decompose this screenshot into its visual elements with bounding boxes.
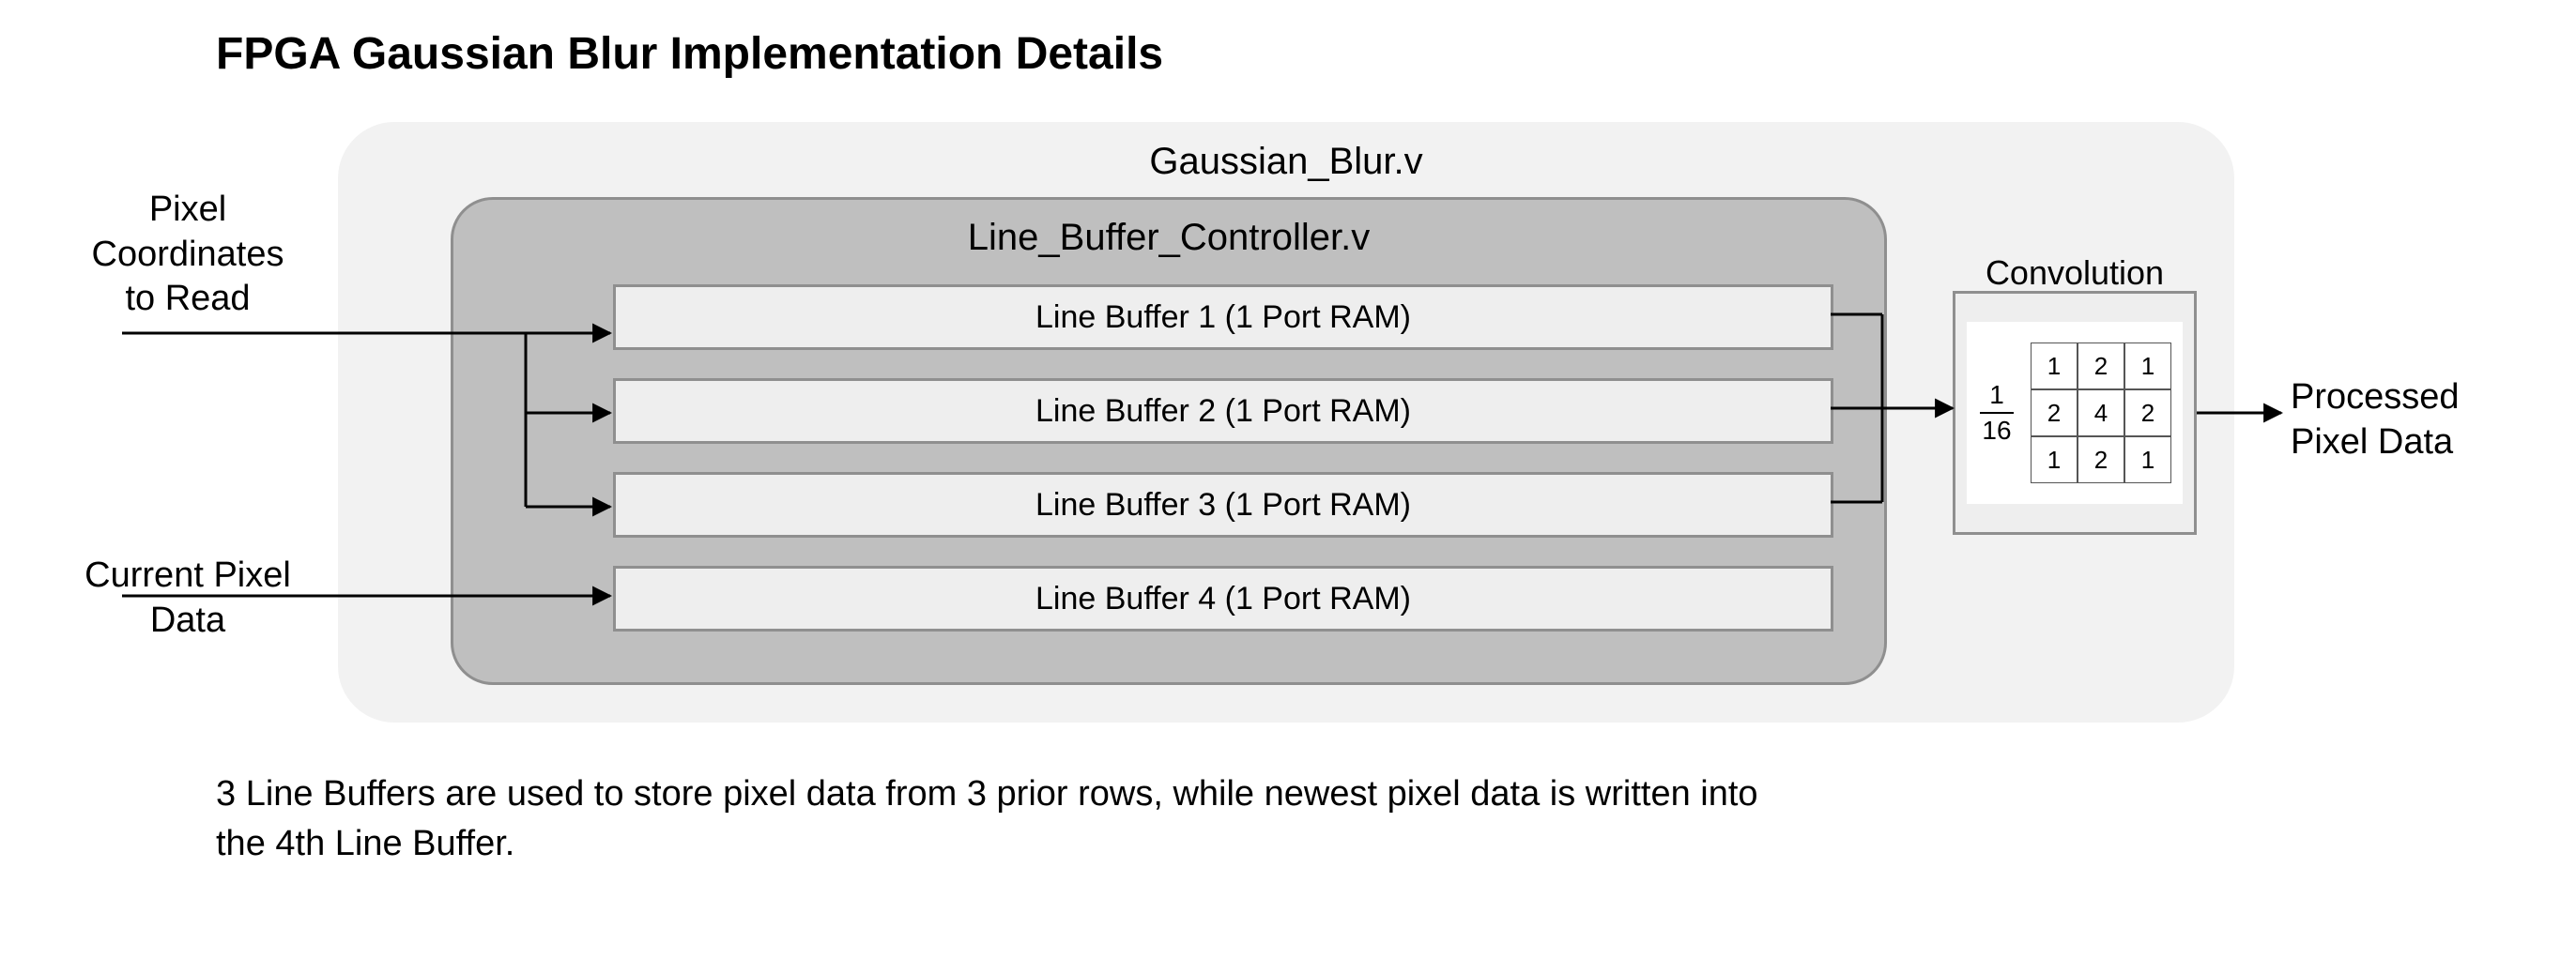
label-processed-pixel-data: Processed Pixel Data xyxy=(2291,375,2553,464)
label-line: Processed xyxy=(2291,375,2553,420)
kernel-cell: 2 xyxy=(2078,342,2124,389)
convolution-block: 1 16 1 2 1 2 4 2 1 2 1 xyxy=(1953,291,2197,535)
kernel-cell: 1 xyxy=(2124,436,2171,483)
kernel-scale-fraction: 1 16 xyxy=(1972,380,2021,446)
line-buffer-controller-module: Line_Buffer_Controller.v Line Buffer 1 (… xyxy=(451,197,1887,685)
kernel-grid: 1 2 1 2 4 2 1 2 1 xyxy=(2031,342,2171,483)
kernel-cell: 1 xyxy=(2031,342,2078,389)
label-line: Current Pixel xyxy=(56,554,319,599)
line-buffer-3: Line Buffer 3 (1 Port RAM) xyxy=(613,472,1833,538)
line-buffer-1: Line Buffer 1 (1 Port RAM) xyxy=(613,284,1833,350)
label-pixel-coordinates: Pixel Coordinates to Read xyxy=(56,188,319,322)
label-line: Coordinates xyxy=(56,233,319,278)
module-label: Gaussian_Blur.v xyxy=(338,141,2234,183)
kernel-cell: 4 xyxy=(2078,389,2124,436)
diagram-page: FPGA Gaussian Blur Implementation Detail… xyxy=(0,0,2576,959)
kernel-cell: 2 xyxy=(2031,389,2078,436)
label-line: Pixel xyxy=(56,188,319,233)
kernel-cell: 1 xyxy=(2031,436,2078,483)
convolution-kernel-panel: 1 16 1 2 1 2 4 2 1 2 1 xyxy=(1967,322,2183,504)
label-current-pixel-data: Current Pixel Data xyxy=(56,554,319,643)
line-buffer-4: Line Buffer 4 (1 Port RAM) xyxy=(613,566,1833,632)
fraction-numerator: 1 xyxy=(1989,380,2004,412)
line-buffer-2: Line Buffer 2 (1 Port RAM) xyxy=(613,378,1833,444)
kernel-cell: 1 xyxy=(2124,342,2171,389)
fraction-denominator: 16 xyxy=(1982,414,2011,446)
label-line: to Read xyxy=(56,277,319,322)
page-title: FPGA Gaussian Blur Implementation Detail… xyxy=(216,28,1163,80)
caption-text: 3 Line Buffers are used to store pixel d… xyxy=(216,769,1812,869)
label-line: Data xyxy=(56,599,319,644)
kernel-cell: 2 xyxy=(2078,436,2124,483)
module-label: Line_Buffer_Controller.v xyxy=(453,217,1884,259)
gaussian-blur-module: Gaussian_Blur.v Line_Buffer_Controller.v… xyxy=(338,122,2234,723)
kernel-cell: 2 xyxy=(2124,389,2171,436)
label-line: Pixel Data xyxy=(2291,420,2553,465)
convolution-label: Convolution xyxy=(1953,253,2197,293)
